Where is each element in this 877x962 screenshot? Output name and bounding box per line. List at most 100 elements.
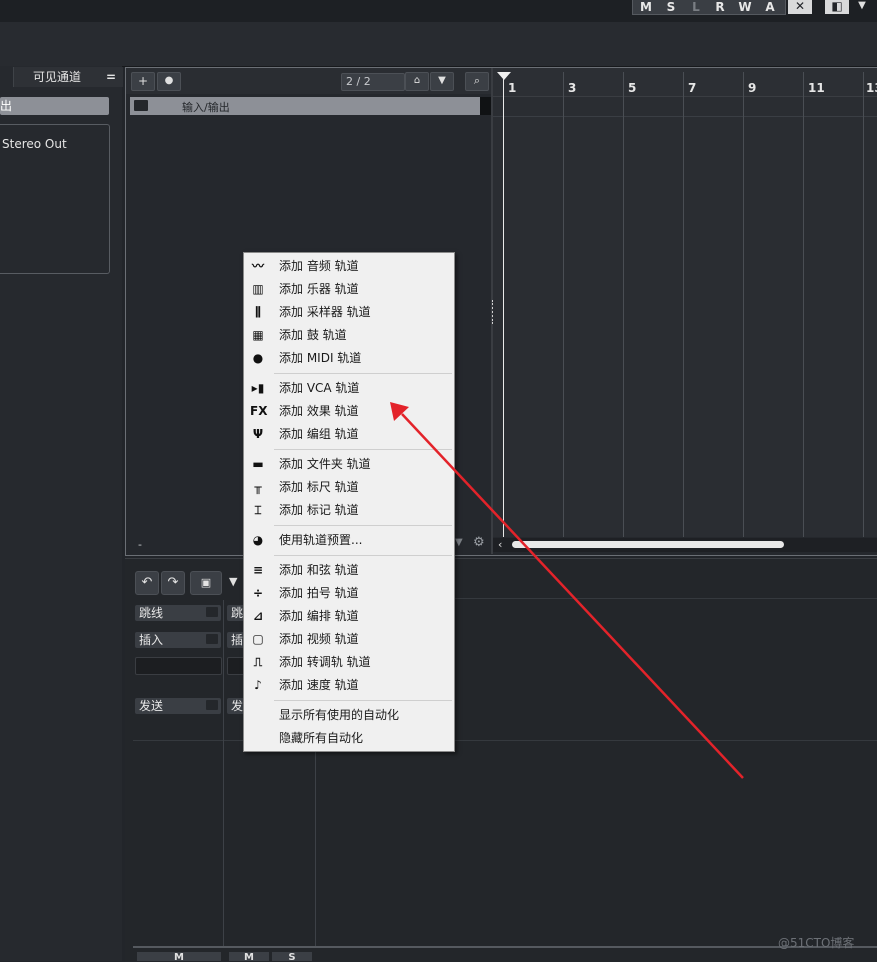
menu-item[interactable]: 显示所有使用的自动化 [244, 704, 454, 727]
menu-item[interactable]: ● 添加 MIDI 轨道 [244, 347, 454, 370]
menu-item[interactable]: ╥ 添加 标尺 轨道 [244, 476, 454, 499]
menu-item[interactable]: ◕ 使用轨道预置... [244, 529, 454, 552]
inspector-selected-item[interactable]: 出 [0, 97, 109, 115]
snapshot-menu-icon[interactable]: ▼ [229, 575, 237, 588]
channel-strip-divider [223, 600, 224, 946]
scroll-left-icon[interactable]: ‹ [498, 538, 502, 551]
menu-item[interactable]: ♪ 添加 速度 轨道 [244, 674, 454, 697]
undo-icon: ↶ [141, 575, 153, 590]
marker-icon: ⌶ [254, 503, 262, 517]
channel-mute-button-2[interactable]: M [229, 952, 269, 961]
menu-icon[interactable]: = [106, 67, 116, 87]
menu-item-label: 添加 VCA 轨道 [279, 381, 360, 395]
track-name: 输入/输出 [182, 101, 230, 114]
preset-icon: ● [164, 75, 174, 86]
channel-solo-button-2[interactable]: S [272, 952, 312, 961]
search-icon: ⌕ [473, 74, 481, 87]
undo-button[interactable]: ↶ [135, 571, 159, 595]
sampler-icon: ⫼ [255, 305, 261, 319]
snapshot-button[interactable]: ▣ [190, 571, 222, 595]
menu-item[interactable]: ⎍ 添加 转调轨 轨道 [244, 651, 454, 674]
menu-item[interactable]: ÷ 添加 拍号 轨道 [244, 582, 454, 605]
redo-button[interactable]: ↷ [161, 571, 185, 595]
filter-button[interactable]: ▼ [430, 72, 454, 91]
piano-keys-icon: ▥ [252, 282, 264, 296]
insert-slot[interactable]: 插入 [135, 632, 221, 648]
menu-item-label: 添加 采样器 轨道 [279, 305, 371, 319]
bar-line [803, 72, 804, 537]
menu-item-label: 添加 MIDI 轨道 [279, 351, 362, 365]
tab-visible-channels[interactable]: 可见通道 = [13, 67, 123, 87]
menu-item-label: 隐藏所有自动化 [279, 731, 364, 745]
menu-separator [274, 449, 452, 450]
bar-line [863, 72, 864, 537]
sync-selection-button[interactable]: ⌂ [405, 72, 429, 91]
menu-item[interactable]: ▬ 添加 文件夹 轨道 [244, 453, 454, 476]
track-preset-button[interactable]: ● [157, 72, 181, 91]
routing-slot[interactable]: 跳线 [135, 605, 221, 621]
drum-grid-icon: ▦ [252, 328, 264, 342]
menu-item[interactable]: ▸▮ 添加 VCA 轨道 [244, 377, 454, 400]
chevron-down-icon[interactable]: ▼ [852, 0, 872, 14]
menu-item[interactable]: 隐藏所有自动化 [244, 727, 454, 750]
read-button[interactable]: R [712, 0, 728, 14]
menu-item[interactable]: ▢ 添加 视频 轨道 [244, 628, 454, 651]
bar-line [683, 72, 684, 537]
folder-icon: ▬ [252, 457, 264, 471]
menu-item-label: 显示所有使用的自动化 [279, 708, 400, 722]
menu-item[interactable]: ⌶ 添加 标记 轨道 [244, 499, 454, 522]
write-button[interactable]: W [736, 0, 754, 14]
ruler-bar-number: 3 [568, 81, 577, 95]
listen-button[interactable]: L [688, 0, 704, 14]
menu-item[interactable]: ▦ 添加 鼓 轨道 [244, 324, 454, 347]
playhead-marker-icon[interactable] [497, 72, 511, 80]
menu-item[interactable]: ≡ 添加 和弦 轨道 [244, 559, 454, 582]
channel-item-stereo-out[interactable]: Stereo Out [2, 137, 67, 151]
menu-item[interactable]: ⫼ 添加 采样器 轨道 [244, 301, 454, 324]
menu-item-label: 添加 转调轨 轨道 [279, 655, 371, 669]
add-track-button[interactable]: + [131, 72, 155, 91]
watermark: @51CTO博客 [778, 936, 855, 950]
menu-item-label: 添加 乐器 轨道 [279, 282, 359, 296]
menu-item[interactable]: FX 添加 效果 轨道 [244, 400, 454, 423]
menu-separator [274, 525, 452, 526]
split-view-icon[interactable]: ◧ [825, 0, 849, 14]
track-counter: 2 / 2 [341, 73, 405, 91]
mute-button[interactable]: M [638, 0, 654, 14]
menu-item[interactable]: Ψ 添加 编组 轨道 [244, 423, 454, 446]
menu-item-label: 使用轨道预置... [279, 533, 363, 547]
ruler-bar-number: 13 [866, 81, 877, 95]
empty-insert-slot[interactable] [135, 657, 222, 675]
menu-item[interactable]: ⊿ 添加 编排 轨道 [244, 605, 454, 628]
constrain-delay-icon[interactable]: ✕ [788, 0, 812, 14]
group-icon: Ψ [252, 427, 264, 441]
folder-icon [134, 100, 148, 111]
scrollbar-thumb[interactable] [512, 541, 784, 548]
zoom-caret-icon[interactable]: ▼ [455, 537, 463, 548]
solo-button[interactable]: S [663, 0, 679, 14]
bar-line [563, 72, 564, 537]
menu-item[interactable]: 〰 添加 音频 轨道 [244, 255, 454, 278]
search-button[interactable]: ⌕ [465, 72, 489, 91]
redo-icon: ↷ [167, 575, 179, 590]
menu-item-label: 添加 编组 轨道 [279, 427, 359, 441]
home-icon: ⌂ [413, 75, 421, 86]
ruler-bar-number: 7 [688, 81, 697, 95]
gear-icon[interactable]: ⚙ [473, 535, 485, 550]
add-track-context-menu: 〰 添加 音频 轨道 ▥ 添加 乐器 轨道 ⫼ 添加 采样器 轨道 ▦ 添加 鼓 轨道 ● 添加 … [243, 252, 455, 752]
menu-item-label: 添加 编排 轨道 [279, 609, 359, 623]
send-icon [206, 700, 218, 710]
menu-item-label: 添加 效果 轨道 [279, 404, 359, 418]
send-slot[interactable]: 发送 [135, 698, 221, 714]
menu-item-label: 添加 鼓 轨道 [279, 328, 347, 342]
track-lane-separator [493, 116, 877, 117]
video-icon: ▢ [252, 632, 264, 646]
mixer-bottom-bar [133, 946, 877, 948]
automation-button[interactable]: A [762, 0, 778, 14]
plus-icon: + [137, 74, 149, 88]
signature-icon: ÷ [252, 586, 264, 600]
channel-list-box: Stereo Out [0, 124, 110, 274]
menu-item[interactable]: ▥ 添加 乐器 轨道 [244, 278, 454, 301]
event-display[interactable] [493, 97, 877, 537]
channel-mute-button[interactable]: M [137, 952, 221, 961]
